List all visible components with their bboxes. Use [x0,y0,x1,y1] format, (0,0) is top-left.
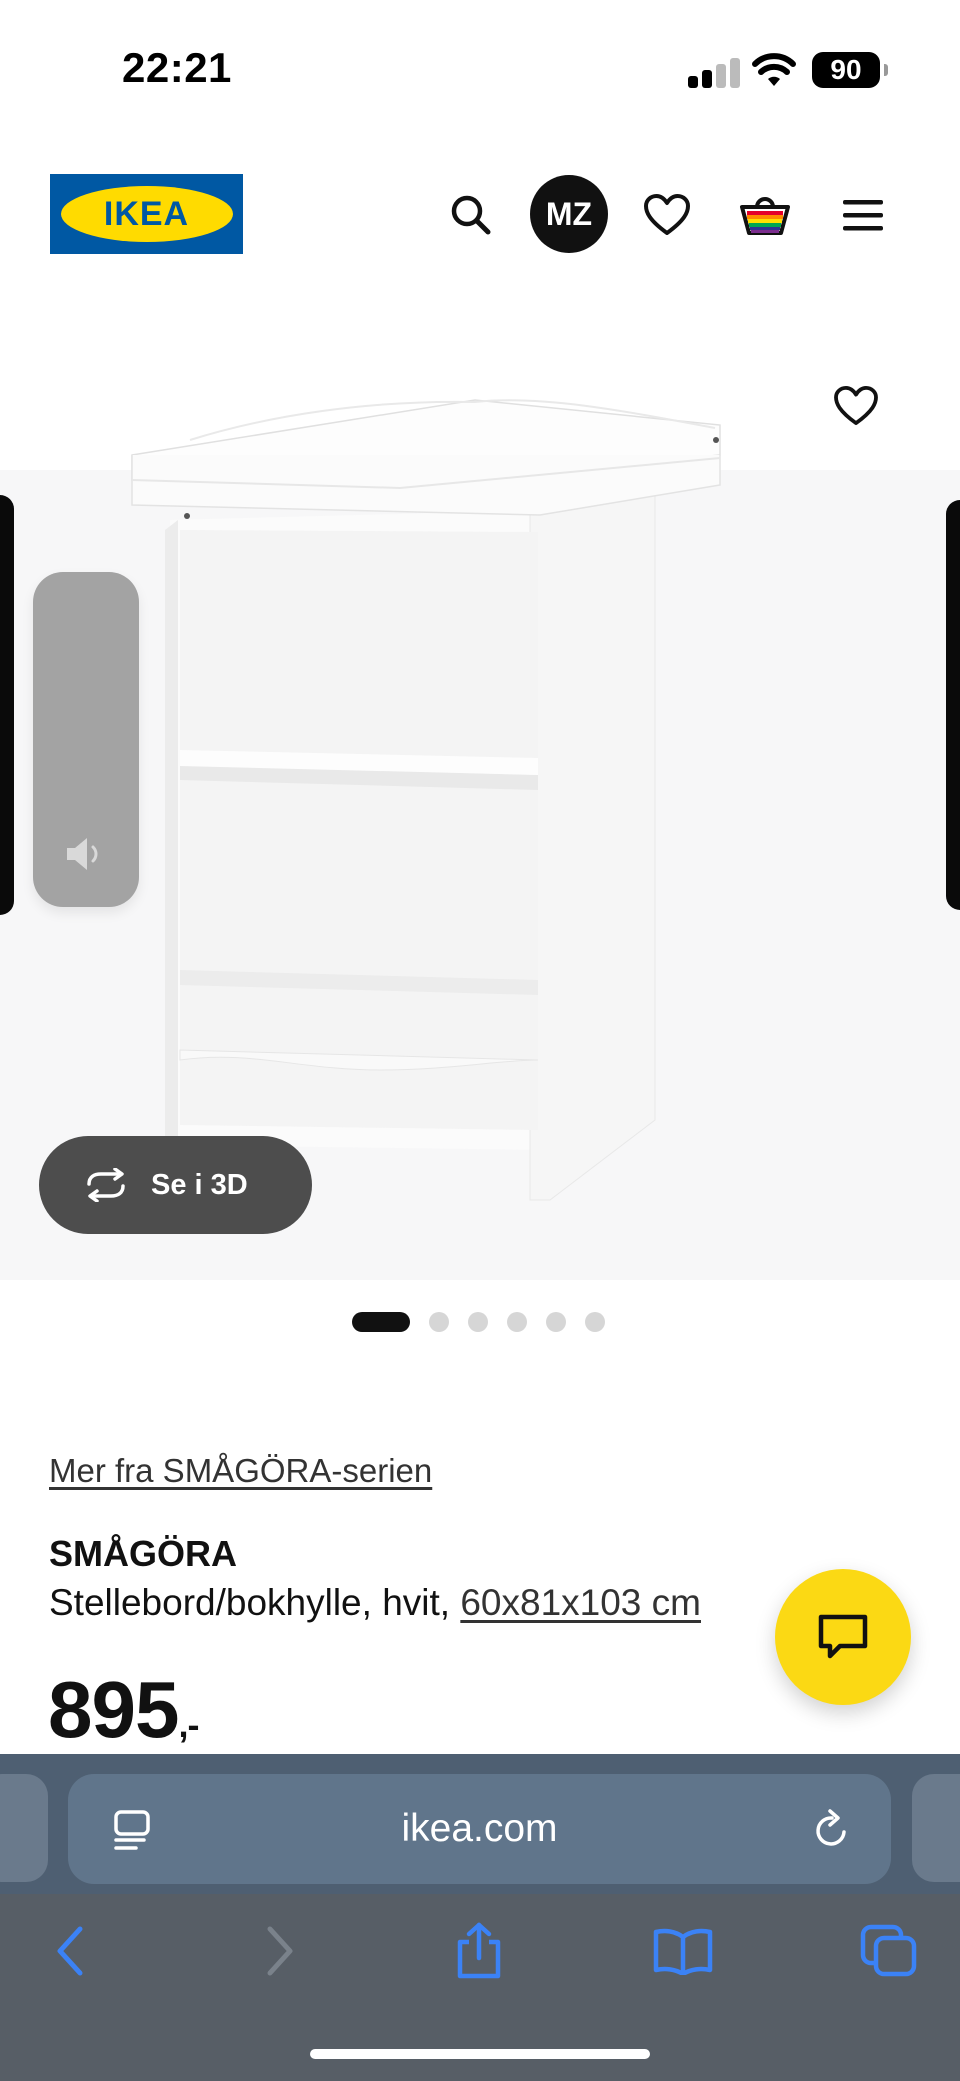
ikea-logo[interactable]: IKEA [50,174,243,254]
gallery-dot[interactable] [468,1312,488,1332]
device-edge-right [946,500,960,910]
browser-chrome: ikea.com [0,1754,960,2081]
product-gallery[interactable]: Se i 3D [0,300,960,1332]
product-description: Stellebord/bokhylle, hvit, 60x81x103 cm [49,1582,701,1624]
favourite-heart-icon[interactable] [834,386,890,442]
product-type: Stellebord/bokhylle, hvit, [49,1582,451,1623]
product-price: 895,- [48,1664,199,1756]
reader-page-icon[interactable] [110,1808,154,1852]
chat-bubble-icon [818,1614,868,1659]
wifi-icon [752,53,796,86]
site-header: IKEA MZ [0,170,960,260]
gallery-dot[interactable] [429,1312,449,1332]
gallery-dot[interactable] [507,1312,527,1332]
browser-address-area: ikea.com [0,1754,960,1894]
series-link[interactable]: Mer fra SMÅGÖRA-serien [49,1452,432,1490]
reload-icon[interactable] [810,1808,854,1852]
product-name: SMÅGÖRA [49,1533,237,1574]
next-tab-preview[interactable] [912,1774,960,1882]
gallery-dot[interactable] [352,1312,410,1332]
status-time: 22:21 [122,44,232,91]
heart-icon[interactable] [638,186,696,244]
url-text: ikea.com [401,1807,558,1850]
cellular-signal-icon [688,58,740,88]
basket-icon[interactable] [736,186,794,244]
view-in-3d-button[interactable]: Se i 3D [39,1136,312,1234]
chat-button[interactable] [775,1569,911,1705]
gallery-dot[interactable] [546,1312,566,1332]
menu-icon[interactable] [834,186,892,244]
view-in-3d-label: Se i 3D [151,1168,248,1201]
price-value: 895 [48,1665,179,1754]
product-page: 22:21 90 IKEA MZ Se i 3D Mer fra SMÅGÖRA… [0,0,960,2081]
status-bar: 22:21 90 [0,0,960,140]
tabs-icon[interactable] [856,1918,922,1984]
previous-tab-preview[interactable] [0,1774,48,1882]
product-image [131,399,721,1201]
back-icon[interactable] [38,1918,104,1984]
user-avatar[interactable]: MZ [530,175,608,253]
share-icon[interactable] [446,1918,512,1984]
forward-icon [246,1918,312,1984]
speaker-icon [67,838,98,870]
rotate-3d-icon [87,1168,125,1202]
battery-indicator: 90 [812,52,888,88]
price-suffix: ,- [178,1704,199,1745]
volume-overlay [33,572,139,907]
logo-text: IKEA [60,186,233,242]
address-bar[interactable]: ikea.com [68,1774,891,1884]
gallery-dot[interactable] [585,1312,605,1332]
home-indicator[interactable] [310,2049,650,2059]
bookmarks-icon[interactable] [650,1918,716,1984]
gallery-pagination [352,1312,605,1332]
device-edge-left [0,495,14,915]
product-dimensions-link[interactable]: 60x81x103 cm [460,1582,701,1623]
search-icon[interactable] [442,186,500,244]
